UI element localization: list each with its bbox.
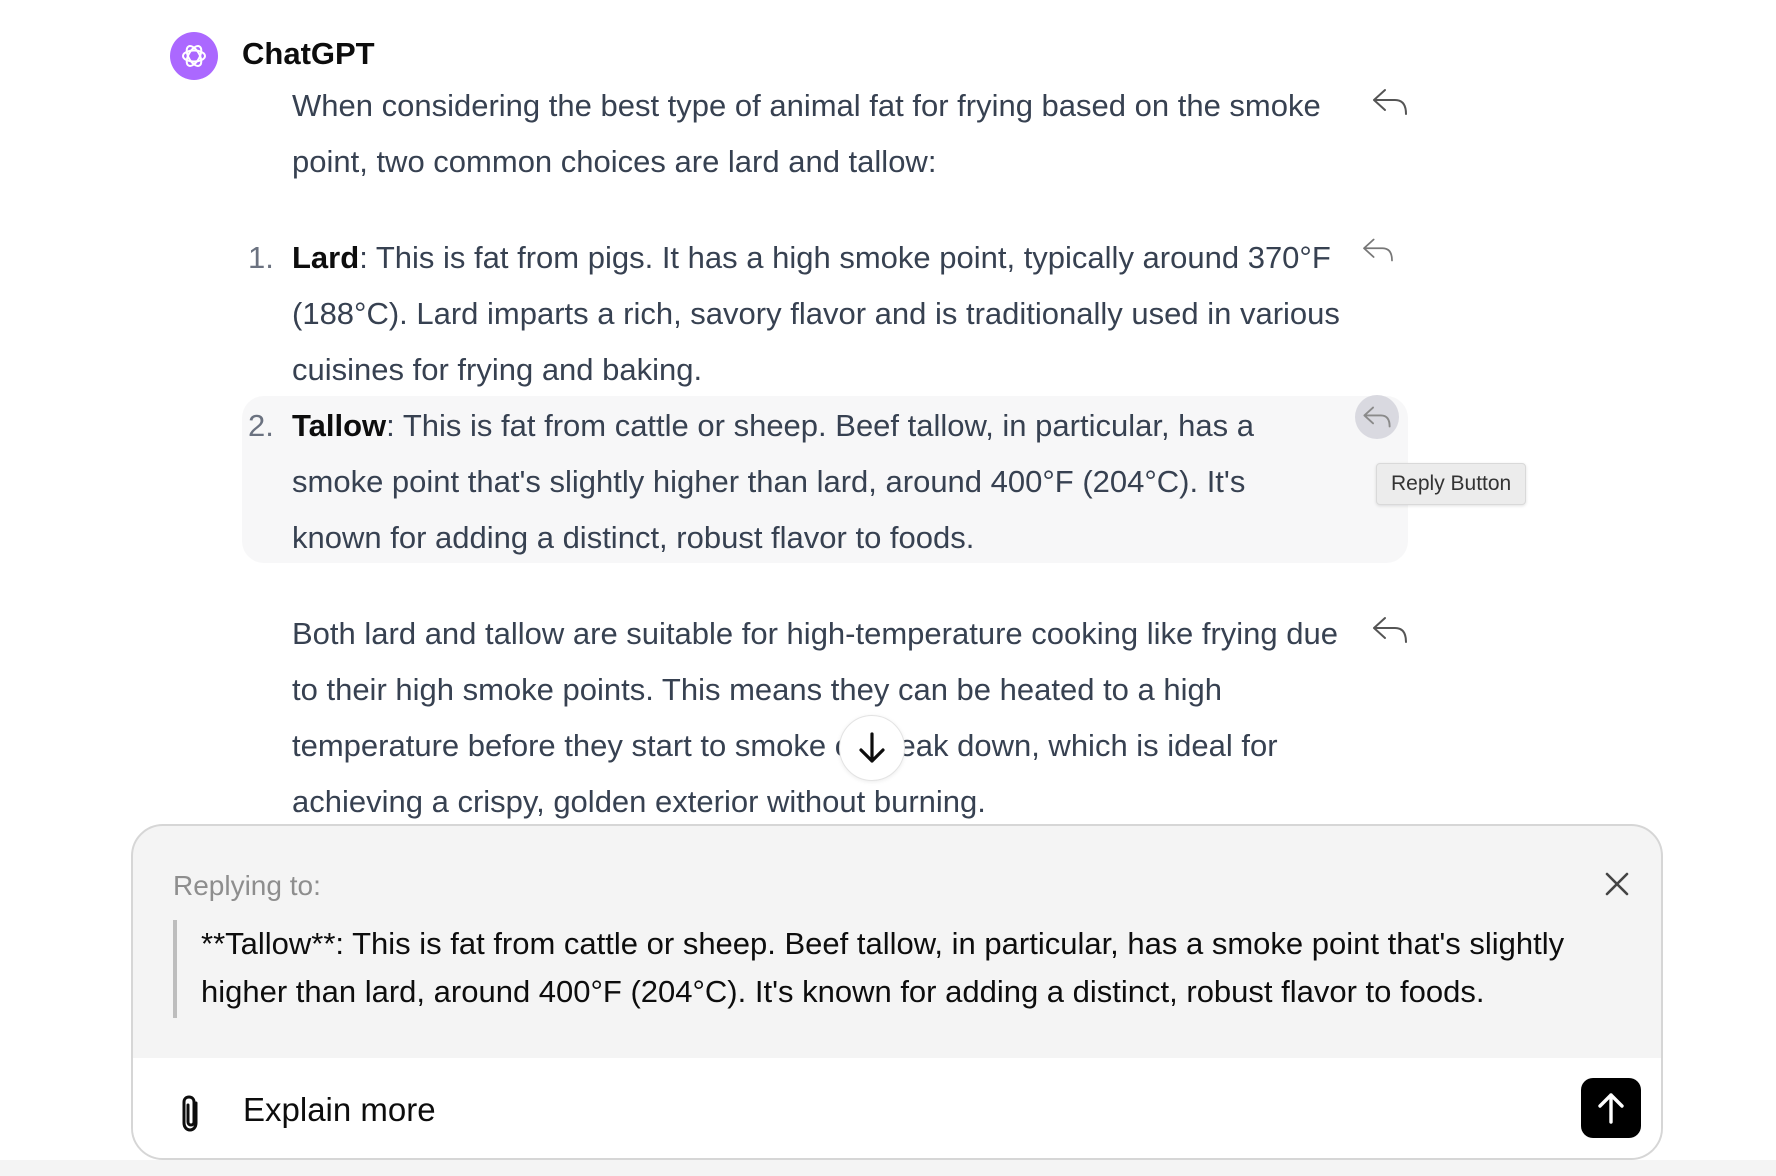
chat-page: ChatGPT When considering the best type o… [0,0,1776,1176]
list-number: 1. [248,240,274,275]
list-item-text: : This is fat from pigs. It has a high s… [292,240,1340,387]
send-button[interactable] [1581,1078,1641,1138]
reply-icon[interactable] [1368,608,1412,652]
cancel-reply-button[interactable] [1599,866,1635,902]
message-composer: Replying to: **Tallow**: This is fat fro… [131,824,1663,1160]
scroll-to-bottom-button[interactable] [839,715,905,781]
reply-icon[interactable] [1368,80,1412,124]
bottom-strip [0,1160,1776,1176]
replying-label: Replying to: [173,870,321,901]
input-bar: Explain more [133,1058,1661,1158]
openai-logo-icon [182,45,206,67]
reply-icon [1363,406,1391,428]
reply-quote: **Tallow**: This is fat from cattle or s… [173,920,1613,1018]
closing-paragraph: Both lard and tallow are suitable for hi… [292,616,1338,819]
chatgpt-avatar [170,32,218,80]
intro-paragraph: When considering the best type of animal… [292,88,1321,179]
close-icon [1605,872,1629,896]
message-input[interactable]: Explain more [243,1088,436,1132]
reply-button[interactable] [1355,395,1399,439]
paperclip-icon [182,1095,198,1132]
message-author: ChatGPT [242,36,375,71]
list-number: 2. [248,408,274,443]
arrow-down-icon [859,732,885,763]
list-item-tallow: Tallow: This is fat from cattle or sheep… [292,398,1332,566]
attach-file-button[interactable] [171,1092,211,1136]
list-item-text: : This is fat from cattle or sheep. Beef… [292,408,1255,555]
arrow-up-icon [1598,1093,1624,1124]
reply-button-tooltip: Reply Button [1376,463,1527,505]
list-item-term: Tallow [292,408,387,443]
list-item-term: Lard [292,240,360,275]
list-item-lard: Lard: This is fat from pigs. It has a hi… [292,230,1372,398]
reply-icon[interactable] [1356,228,1400,272]
